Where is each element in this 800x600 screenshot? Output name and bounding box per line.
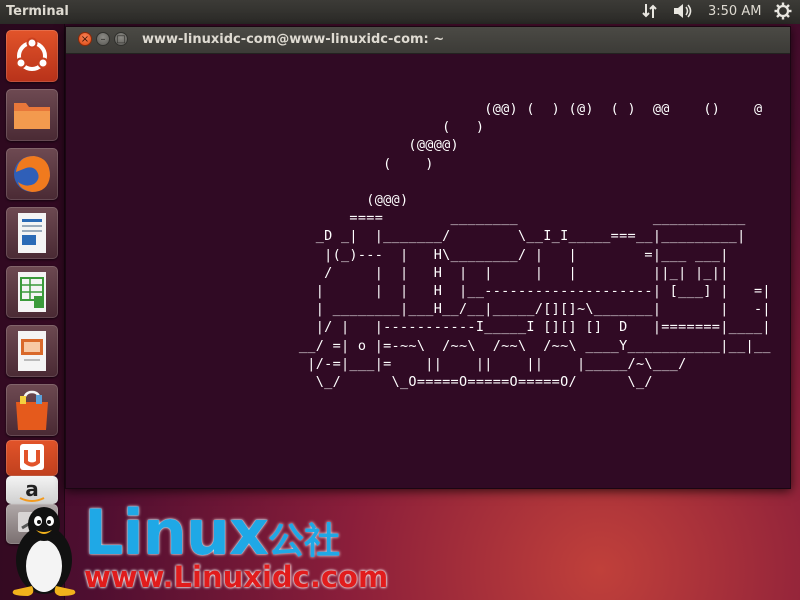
firefox-icon bbox=[14, 156, 50, 192]
impress-presentation-icon bbox=[18, 331, 46, 371]
launcher-item-ubuntu-dash[interactable] bbox=[6, 30, 58, 82]
linuxidc-watermark: Linux 公社 www.Linuxidc.com bbox=[0, 496, 388, 600]
watermark-brand-cn: 公社 bbox=[268, 521, 341, 562]
watermark-url: www.Linuxidc.com bbox=[84, 560, 389, 594]
launcher-item-software-center[interactable] bbox=[6, 384, 58, 436]
top-panel: Terminal 3:50 AM bbox=[0, 0, 800, 24]
folder-icon bbox=[14, 103, 50, 129]
terminal-window: × – □ www-linuxidc-com@www-linuxidc-com:… bbox=[65, 26, 791, 489]
window-titlebar[interactable]: × – □ www-linuxidc-com@www-linuxidc-com:… bbox=[66, 27, 790, 54]
terminal-output-area[interactable]: (@@) ( ) (@) ( ) @@ () @ ( ) (@@@@) ( ) … bbox=[66, 54, 790, 487]
volume-icon[interactable] bbox=[672, 2, 694, 24]
network-icon[interactable] bbox=[641, 2, 659, 24]
clock[interactable]: 3:50 AM bbox=[708, 4, 761, 19]
writer-document-icon bbox=[18, 213, 46, 253]
launcher-item-libreoffice-impress[interactable] bbox=[6, 325, 58, 377]
launcher-item-firefox[interactable] bbox=[6, 148, 58, 200]
maximize-button[interactable]: □ bbox=[114, 32, 128, 46]
launcher-item-libreoffice-writer[interactable] bbox=[6, 207, 58, 259]
ubuntu-logo-icon bbox=[15, 37, 49, 71]
window-title: www-linuxidc-com@www-linuxidc-com: ~ bbox=[142, 32, 445, 47]
launcher-item-files[interactable] bbox=[6, 89, 58, 141]
ubuntu-one-icon bbox=[20, 444, 44, 470]
calc-spreadsheet-icon bbox=[18, 272, 46, 312]
tux-penguin-icon bbox=[12, 507, 76, 596]
launcher-item-libreoffice-calc[interactable] bbox=[6, 266, 58, 318]
watermark-brand: Linux bbox=[84, 496, 269, 569]
active-app-title: Terminal bbox=[6, 4, 69, 19]
shopping-bag-icon bbox=[16, 390, 48, 430]
launcher-item-ubuntu-one[interactable] bbox=[6, 440, 58, 476]
sl-steam-locomotive-ascii: (@@) ( ) (@) ( ) @@ () @ ( ) (@@@@) ( ) … bbox=[298, 101, 771, 391]
power-gear-icon[interactable] bbox=[774, 2, 792, 24]
minimize-button[interactable]: – bbox=[96, 32, 110, 46]
close-button[interactable]: × bbox=[78, 32, 92, 46]
